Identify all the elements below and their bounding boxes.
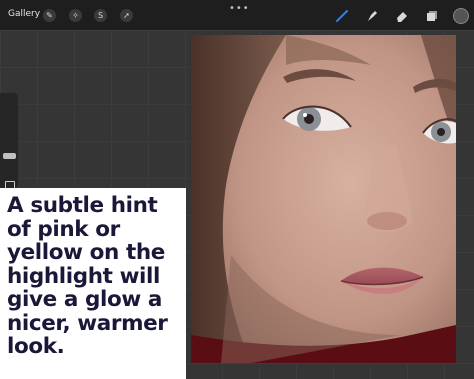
magic-wand-icon[interactable]: ✧: [69, 9, 82, 22]
eraser-icon[interactable]: [395, 9, 409, 23]
transform-arrow-icon[interactable]: ➚: [120, 9, 133, 22]
more-menu-icon[interactable]: •••: [229, 3, 250, 14]
portrait-artwork: [191, 35, 456, 363]
caption-box: A subtle hint of pink or yellow on the h…: [0, 188, 186, 379]
brush-sidebar: [0, 93, 18, 191]
layers-icon[interactable]: [425, 9, 439, 23]
portrait-painting[interactable]: [191, 35, 456, 363]
brush-size-slider[interactable]: [3, 153, 16, 159]
selection-icon[interactable]: S: [94, 9, 107, 22]
brush-icon[interactable]: [335, 9, 349, 23]
top-toolbar: Gallery ✎ ✧ S ➚ •••: [0, 0, 474, 30]
smudge-icon[interactable]: [365, 9, 379, 23]
wrench-icon[interactable]: ✎: [43, 9, 56, 22]
gallery-button[interactable]: Gallery: [8, 9, 40, 19]
caption-text: A subtle hint of pink or yellow on the h…: [7, 193, 168, 359]
color-picker-swatch[interactable]: [453, 8, 469, 24]
